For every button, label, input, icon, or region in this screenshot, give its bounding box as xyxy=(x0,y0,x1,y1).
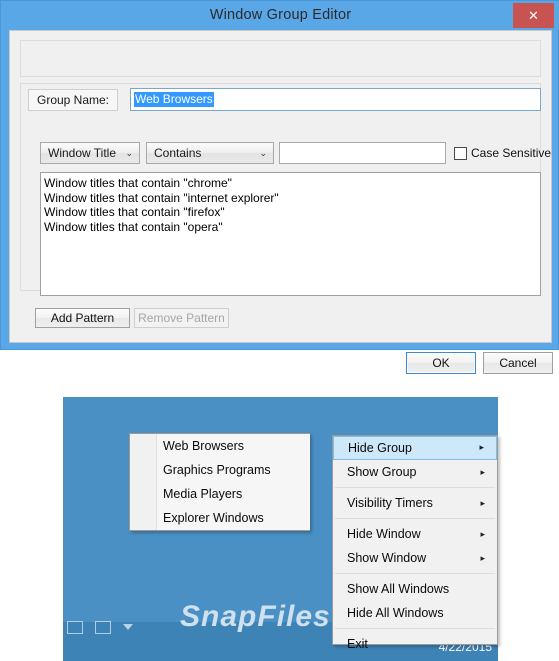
chevron-down-icon: ⌄ xyxy=(259,148,267,158)
pattern-text-input[interactable] xyxy=(279,142,446,164)
page-title: Window Group Editor xyxy=(209,7,352,23)
remove-pattern-button: Remove Pattern xyxy=(134,308,229,328)
menu-separator xyxy=(335,487,495,488)
window-group-editor-dialog: Window Group Editor ✕ SnapFiles Group Na… xyxy=(0,0,559,374)
menu-separator xyxy=(335,518,495,519)
menu-item-show-group[interactable]: Show Group ▸ xyxy=(333,460,497,484)
submenu-item-media-players[interactable]: Media Players xyxy=(157,482,310,506)
menu-item-exit[interactable]: Exit xyxy=(333,632,497,656)
menu-item-label: Exit xyxy=(347,637,368,651)
menu-item-label: Hide Window xyxy=(347,527,421,541)
group-submenu-items: Web Browsers Graphics Programs Media Pla… xyxy=(156,434,310,530)
submenu-item-graphics-programs[interactable]: Graphics Programs xyxy=(157,458,310,482)
menu-item-visibility-timers[interactable]: Visibility Timers ▸ xyxy=(333,491,497,515)
case-sensitive-label: Case Sensitive xyxy=(471,146,552,160)
menu-separator xyxy=(335,628,495,629)
menu-item-label: Hide Group xyxy=(348,441,412,455)
group-submenu: Web Browsers Graphics Programs Media Pla… xyxy=(129,433,310,531)
operator-value: Contains xyxy=(154,146,202,160)
list-item[interactable]: Window titles that contain "firefox" xyxy=(41,205,540,220)
group-name-panel xyxy=(20,40,541,77)
checkbox-box-icon[interactable] xyxy=(454,146,467,160)
submenu-item-explorer-windows[interactable]: Explorer Windows xyxy=(157,506,310,530)
submenu-item-web-browsers[interactable]: Web Browsers xyxy=(157,434,310,458)
menu-item-label: Hide All Windows xyxy=(347,606,444,620)
tray-network-icon[interactable] xyxy=(95,620,111,634)
chevron-right-icon: ▸ xyxy=(480,498,485,508)
field-type-value: Window Title xyxy=(48,146,117,160)
group-name-value: Web Browsers xyxy=(134,92,214,107)
chevron-down-icon: ⌄ xyxy=(125,148,133,158)
list-item[interactable]: Window titles that contain "opera" xyxy=(41,220,540,235)
cancel-button[interactable]: Cancel xyxy=(483,352,553,374)
menu-item-hide-window[interactable]: Hide Window ▸ xyxy=(333,522,497,546)
menu-item-hide-group[interactable]: Hide Group ▸ xyxy=(333,436,497,460)
list-item[interactable]: Window titles that contain "chrome" xyxy=(41,176,540,191)
pattern-list-items: Window titles that contain "chrome" Wind… xyxy=(41,176,540,234)
system-tray xyxy=(63,619,247,635)
menu-item-label: Show Window xyxy=(347,551,427,565)
group-name-label: Group Name: xyxy=(28,89,118,111)
menu-item-label: Show Group xyxy=(347,465,417,479)
tray-monitor-icon[interactable] xyxy=(67,620,83,634)
case-sensitive-checkbox[interactable]: Case Sensitive xyxy=(454,143,551,163)
chevron-right-icon: ▸ xyxy=(480,467,485,477)
tray-caret-icon[interactable] xyxy=(123,624,133,630)
ok-button[interactable]: OK xyxy=(406,352,476,374)
chevron-right-icon: ▸ xyxy=(479,442,484,452)
pattern-listbox[interactable]: Window titles that contain "chrome" Wind… xyxy=(40,172,541,296)
chevron-right-icon: ▸ xyxy=(480,529,485,539)
dialog-client-area: SnapFiles Group Name: Web Browsers Windo… xyxy=(9,30,553,374)
menu-item-show-all-windows[interactable]: Show All Windows xyxy=(333,577,497,601)
menu-item-label: Visibility Timers xyxy=(347,496,433,510)
tray-context-menu: Hide Group ▸ Show Group ▸ Visibility Tim… xyxy=(332,435,498,651)
group-name-input[interactable]: Web Browsers xyxy=(130,88,541,111)
menu-separator xyxy=(335,573,495,574)
operator-dropdown[interactable]: Contains ⌄ xyxy=(146,142,274,164)
dialog-title-bar[interactable]: Window Group Editor ✕ xyxy=(1,1,559,30)
menu-item-show-window[interactable]: Show Window ▸ xyxy=(333,546,497,570)
menu-item-hide-all-windows[interactable]: Hide All Windows xyxy=(333,601,497,625)
close-icon[interactable]: ✕ xyxy=(513,3,554,28)
menu-item-label: Show All Windows xyxy=(347,582,450,596)
add-pattern-button[interactable]: Add Pattern xyxy=(35,308,130,328)
field-type-dropdown[interactable]: Window Title ⌄ xyxy=(40,142,140,164)
chevron-right-icon: ▸ xyxy=(480,553,485,563)
list-item[interactable]: Window titles that contain "internet exp… xyxy=(41,191,540,206)
